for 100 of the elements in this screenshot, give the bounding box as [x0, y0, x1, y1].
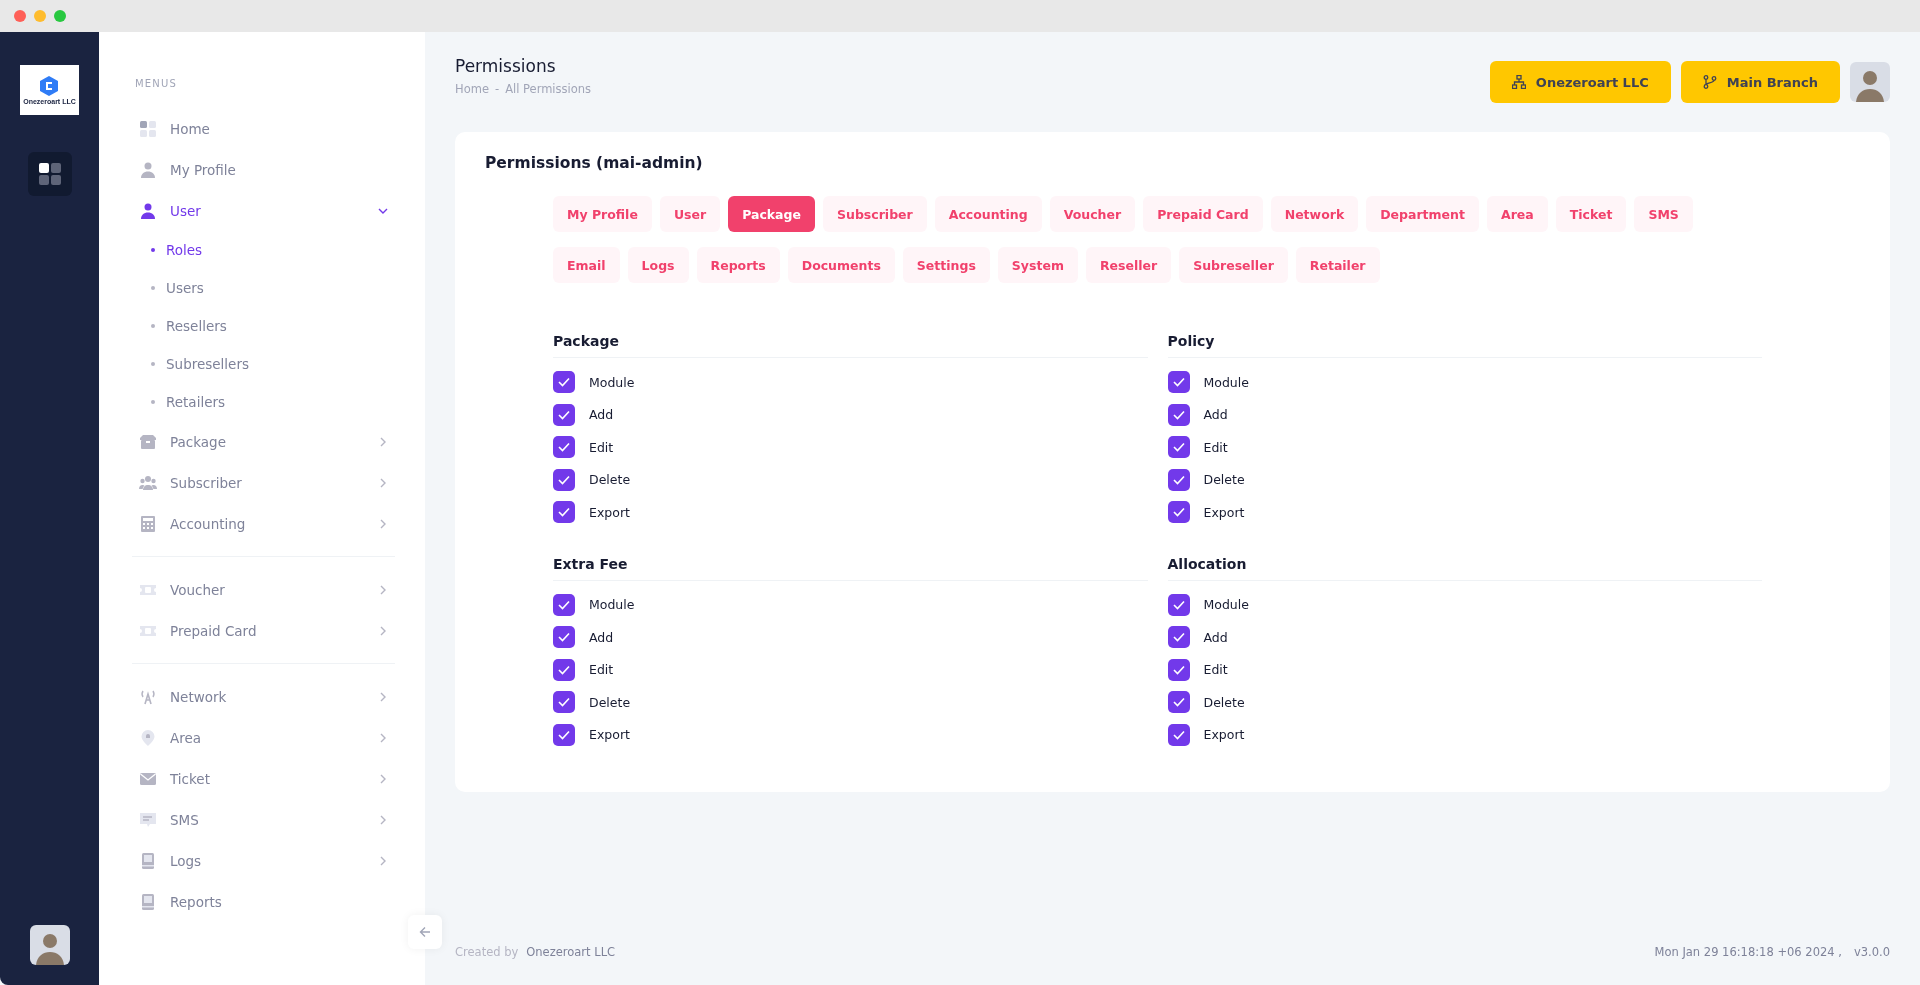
permission-tab[interactable]: Accounting — [934, 196, 1042, 232]
checkbox-label: Edit — [1203, 439, 1228, 455]
version-text: v3.0.0 — [1853, 945, 1890, 959]
permission-tab[interactable]: Reseller — [1085, 247, 1172, 283]
sidebar-item[interactable]: Voucher — [132, 569, 395, 610]
checkbox[interactable] — [1167, 371, 1190, 394]
book-icon — [139, 892, 157, 911]
permission-tab[interactable]: Email — [553, 247, 620, 283]
sidebar-item[interactable]: Network — [132, 676, 395, 717]
checkbox[interactable] — [553, 436, 575, 459]
permission-tab[interactable]: SMS — [1634, 196, 1693, 232]
checkbox-label: Delete — [589, 694, 631, 710]
checkbox[interactable] — [553, 403, 575, 426]
checkbox-label: Add — [589, 407, 614, 423]
checkmark-icon — [1172, 632, 1185, 643]
sidebar-item[interactable]: Accounting — [132, 503, 395, 544]
checkbox[interactable] — [553, 593, 575, 616]
permission-tab[interactable]: Package — [728, 196, 815, 232]
checkbox[interactable] — [553, 691, 575, 714]
section-heading: Policy — [1167, 333, 1762, 358]
book-icon — [139, 851, 157, 870]
checkbox[interactable] — [1167, 501, 1190, 524]
submenu-item[interactable]: Roles — [132, 231, 395, 269]
checkbox-label: Module — [1203, 374, 1249, 390]
sidebar-item[interactable]: Prepaid Card — [132, 610, 395, 651]
box-icon — [139, 432, 157, 451]
checkbox[interactable] — [553, 658, 575, 681]
window-control-icon — [54, 10, 66, 22]
checkbox[interactable] — [1167, 723, 1190, 746]
permission-tab[interactable]: Department — [1366, 196, 1479, 232]
checkmark-icon — [1172, 599, 1185, 610]
checkbox[interactable] — [553, 371, 575, 394]
submenu-item[interactable]: Subresellers — [132, 345, 395, 383]
checkbox-label: Add — [1203, 629, 1228, 645]
checkmark-icon — [1172, 697, 1185, 708]
permission-tab[interactable]: Prepaid Card — [1143, 196, 1263, 232]
permission-tab[interactable]: Area — [1486, 196, 1548, 232]
permission-tab[interactable]: Subscriber — [823, 196, 927, 232]
permission-tab[interactable]: Reports — [696, 247, 780, 283]
permission-tab[interactable]: My Profile — [553, 196, 652, 232]
checkbox[interactable] — [553, 723, 575, 746]
permission-tab[interactable]: Retailer — [1295, 247, 1380, 283]
permission-tab[interactable]: Settings — [902, 247, 990, 283]
checkbox[interactable] — [553, 468, 575, 491]
sidebar-item[interactable]: Reports — [132, 881, 395, 922]
checkbox-label: Add — [589, 629, 614, 645]
sidebar-item[interactable]: Home — [132, 108, 395, 149]
dashboard-button[interactable] — [27, 152, 72, 196]
section-heading: Extra Fee — [553, 555, 1148, 581]
message-icon — [139, 810, 157, 829]
sidebar-item[interactable]: Ticket — [132, 758, 395, 799]
permission-tab[interactable]: Voucher — [1049, 196, 1136, 232]
permission-tab[interactable]: Documents — [787, 247, 895, 283]
breadcrumb-link[interactable]: All Permissions — [505, 82, 592, 96]
checkbox[interactable] — [1167, 691, 1190, 714]
sidebar-item[interactable]: Subscriber — [132, 462, 395, 503]
checkbox[interactable] — [1167, 468, 1190, 491]
branch-button[interactable]: Main Branch — [1680, 61, 1840, 103]
checkbox[interactable] — [1167, 593, 1190, 616]
person-icon — [139, 160, 157, 179]
permission-tab[interactable]: Ticket — [1555, 196, 1627, 232]
checkmark-icon — [558, 377, 570, 388]
checkmark-icon — [558, 697, 570, 708]
checkbox-label: Edit — [589, 662, 614, 678]
permission-tab[interactable]: User — [659, 196, 721, 232]
checkbox-label: Edit — [1203, 662, 1228, 678]
sidebar-item[interactable]: Package — [132, 421, 395, 462]
sidebar-item[interactable]: Logs — [132, 840, 395, 881]
permission-tab[interactable]: System — [997, 247, 1078, 283]
permission-tab[interactable]: Logs — [627, 247, 689, 283]
checkmark-icon — [1172, 664, 1185, 675]
sidebar-item[interactable]: My Profile — [132, 149, 395, 190]
checkbox[interactable] — [1167, 403, 1190, 426]
checkbox-label: Export — [589, 727, 630, 743]
organization-button[interactable]: Onezeroart LLC — [1489, 61, 1671, 103]
submenu-item[interactable]: Resellers — [132, 307, 395, 345]
checkmark-icon — [1172, 474, 1185, 485]
checkbox[interactable] — [553, 626, 575, 649]
checkmark-icon — [558, 409, 570, 420]
sidebar-item[interactable]: SMS — [132, 799, 395, 840]
sidebar-item[interactable]: Area — [132, 717, 395, 758]
permission-tab[interactable]: Subreseller — [1179, 247, 1288, 283]
checkbox[interactable] — [1167, 658, 1190, 681]
breadcrumb-separator: - — [494, 82, 500, 96]
grid-icon — [38, 163, 61, 185]
checkmark-icon — [558, 474, 570, 485]
git-branch-icon — [1702, 75, 1717, 89]
checkbox[interactable] — [1167, 626, 1190, 649]
checkbox[interactable] — [1167, 436, 1190, 459]
sidebar-item[interactable]: User — [132, 190, 395, 231]
company-link[interactable]: Onezeroart LLC — [526, 945, 616, 959]
avatar-icon[interactable] — [29, 925, 70, 965]
submenu-item[interactable]: Users — [132, 269, 395, 307]
checkbox[interactable] — [553, 501, 575, 524]
checkmark-icon — [558, 442, 570, 453]
breadcrumb-link[interactable]: Home — [455, 82, 489, 96]
permission-tab[interactable]: Network — [1270, 196, 1359, 232]
submenu-item[interactable]: Retailers — [132, 383, 395, 421]
sitemap-icon — [1511, 75, 1526, 89]
checkbox-label: Export — [1203, 727, 1245, 743]
